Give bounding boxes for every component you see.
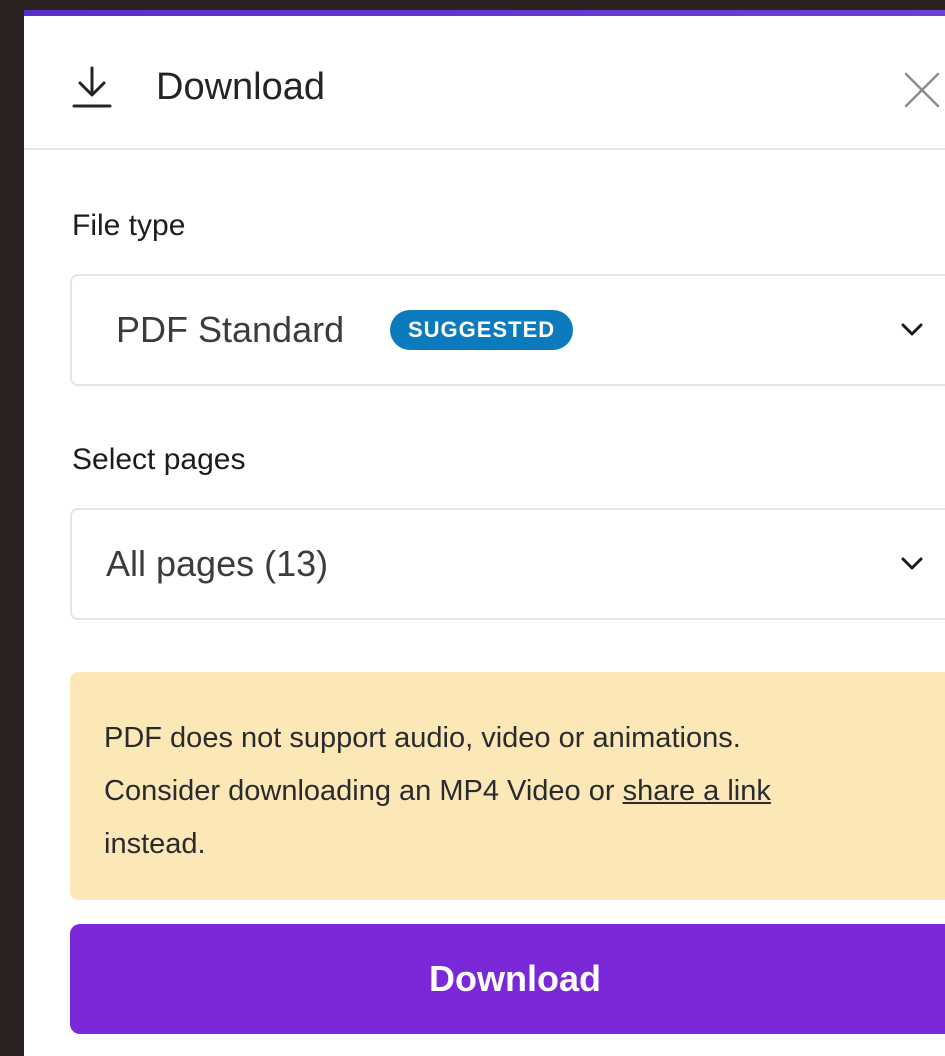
file-type-select[interactable]: PDF Standard SUGGESTED <box>70 274 945 386</box>
notice-line-1: PDF does not support audio, video or ani… <box>104 722 741 754</box>
download-panel: Download File type PDF Standard SUGGESTE… <box>24 10 945 1056</box>
panel-header: Download <box>24 16 945 150</box>
download-button[interactable]: Download <box>70 924 945 1034</box>
notice-line-2: Consider downloading an MP4 Video or sha… <box>104 765 924 818</box>
pdf-notice: PDF does not support audio, video or ani… <box>70 672 945 900</box>
suggested-badge: SUGGESTED <box>390 310 574 350</box>
file-type-value: PDF Standard <box>116 309 345 350</box>
select-pages-label: Select pages <box>72 443 246 476</box>
chevron-down-icon <box>901 323 923 336</box>
chevron-down-icon <box>901 557 923 570</box>
download-arrow-icon <box>72 66 112 108</box>
file-type-label: File type <box>72 209 186 242</box>
notice-text: PDF does not support audio, video or ani… <box>104 712 924 871</box>
notice-line-3: instead. <box>104 828 206 860</box>
pages-value: All pages (13) <box>106 543 329 584</box>
share-link[interactable]: share a link <box>623 775 771 807</box>
close-icon[interactable] <box>900 68 944 112</box>
pages-select[interactable]: All pages (13) <box>70 508 945 620</box>
panel-title: Download <box>156 66 325 108</box>
notice-line-2-prefix: Consider downloading an MP4 Video or <box>104 775 623 807</box>
